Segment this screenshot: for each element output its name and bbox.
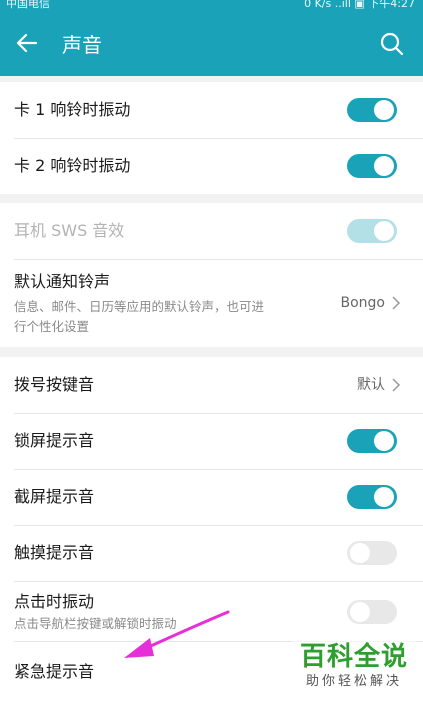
toggle-switch[interactable] — [347, 154, 397, 178]
status-indicators: 0 K/s ..ıll ▣ 下午4:27 — [304, 0, 415, 10]
toggle-switch — [347, 219, 397, 243]
search-icon[interactable] — [379, 31, 405, 57]
chevron-right-icon — [392, 378, 401, 392]
setting-row-sim1-vibrate[interactable]: 卡 1 响铃时振动 — [0, 82, 423, 138]
toggle-switch[interactable] — [347, 98, 397, 122]
carrier-name: 中国电信 — [6, 0, 50, 10]
status-bar: 中国电信 0 K/s ..ıll ▣ 下午4:27 — [0, 0, 423, 12]
setting-label: 卡 1 响铃时振动 — [14, 100, 131, 119]
toggle-switch[interactable] — [347, 485, 397, 509]
audio-effects-group: 耳机 SWS 音效 默认通知铃声 信息、邮件、日历等应用的默认铃声，也可进行个性… — [0, 203, 423, 347]
annotation-arrow-icon — [124, 610, 230, 658]
setting-row-default-ringtone[interactable]: 默认通知铃声 信息、邮件、日历等应用的默认铃声，也可进行个性化设置 Bongo — [0, 259, 423, 347]
toggle-switch[interactable] — [347, 429, 397, 453]
setting-label: 默认通知铃声 — [14, 272, 111, 291]
page-title: 声音 — [62, 33, 102, 57]
setting-description: 信息、邮件、日历等应用的默认铃声，也可进行个性化设置 — [14, 299, 265, 334]
setting-label: 耳机 SWS 音效 — [14, 221, 125, 240]
setting-value: 默认 — [357, 377, 385, 393]
arrow-left-icon[interactable] — [14, 30, 40, 56]
setting-label: 拨号按键音 — [14, 375, 95, 394]
toggle-switch[interactable] — [347, 541, 397, 565]
setting-label: 截屏提示音 — [14, 487, 95, 506]
setting-value: Bongo — [340, 295, 386, 311]
app-bar: 声音 — [0, 12, 423, 76]
vibration-group: 卡 1 响铃时振动 卡 2 响铃时振动 — [0, 82, 423, 194]
setting-row-sws: 耳机 SWS 音效 — [0, 203, 423, 259]
setting-row-touch-sound[interactable]: 触摸提示音 — [0, 525, 423, 581]
setting-row-sim2-vibrate[interactable]: 卡 2 响铃时振动 — [0, 138, 423, 194]
chevron-right-icon — [392, 296, 401, 310]
setting-label: 锁屏提示音 — [14, 431, 95, 450]
watermark-subtitle: 助你轻松解决 — [305, 674, 402, 689]
watermark-title: 百科全说 — [299, 642, 408, 672]
setting-label: 触摸提示音 — [14, 543, 95, 562]
setting-label: 卡 2 响铃时振动 — [14, 156, 131, 175]
setting-label: 紧急提示音 — [14, 662, 95, 681]
setting-label: 点击时振动 — [14, 592, 95, 611]
toggle-switch[interactable] — [347, 600, 397, 624]
setting-row-dial-tone[interactable]: 拨号按键音 默认 — [0, 357, 423, 413]
setting-row-lock-sound[interactable]: 锁屏提示音 — [0, 413, 423, 469]
watermark-logo: 百科全说 助你轻松解决 — [292, 641, 416, 697]
setting-row-screenshot-sound[interactable]: 截屏提示音 — [0, 469, 423, 525]
